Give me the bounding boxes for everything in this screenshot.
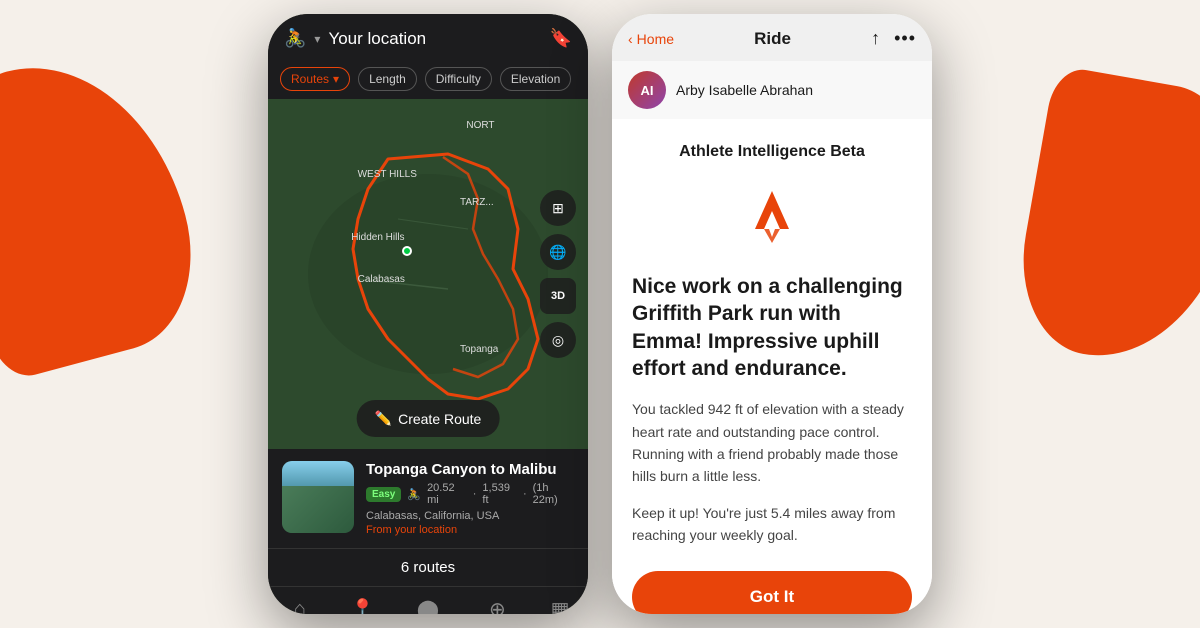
filter-routes[interactable]: Routes ▾ <box>280 67 350 91</box>
route-duration: (1h 22m) <box>533 482 574 506</box>
home-icon: ⌂ <box>294 598 306 614</box>
back-button[interactable]: ‹ Home <box>628 31 674 47</box>
back-label: Home <box>637 31 674 47</box>
nav-maps[interactable]: 📍 Maps <box>350 597 375 614</box>
nav-groups[interactable]: ⊕ Groups <box>481 597 514 614</box>
create-route-btn[interactable]: ✏️ Create Route <box>357 400 500 437</box>
more-icon[interactable]: ••• <box>894 28 916 49</box>
sub-message: You tackled 942 ft of elevation with a s… <box>632 398 912 488</box>
route-separator2: · <box>523 488 527 500</box>
bike-icon: 🚴 <box>284 28 306 49</box>
routes-count: 6 routes <box>268 548 588 586</box>
record-icon: ⬤ <box>417 597 439 614</box>
header-actions: ↑ ••• <box>871 28 916 49</box>
route-card[interactable]: Topanga Canyon to Malibu Easy 🚴 20.52 mi… <box>268 449 588 548</box>
main-message: Nice work on a challenging Griffith Park… <box>632 273 912 382</box>
right-header: ‹ Home Ride ↑ ••• <box>612 14 932 61</box>
maps-icon: 📍 <box>350 597 375 614</box>
bookmark-icon[interactable]: 🔖 <box>550 28 572 49</box>
from-location: From your location <box>366 524 574 536</box>
location-text: Your location <box>328 29 541 49</box>
share-icon[interactable]: ↑ <box>871 28 880 49</box>
difficulty-badge: Easy <box>366 487 401 502</box>
avatar-initials: AI <box>641 83 654 98</box>
chevron-left-icon: ‹ <box>628 31 633 47</box>
phones-wrapper: 🚴 ▾ Your location 🔖 Routes ▾ Length Diff… <box>0 0 1200 628</box>
panel-title: Athlete Intelligence Beta <box>679 143 865 161</box>
globe-btn[interactable]: 🌐 <box>540 234 576 270</box>
got-it-button[interactable]: Got It <box>632 571 912 614</box>
you-icon: ▦ <box>551 597 570 614</box>
map-area: NORT WEST HILLS TARZ... Hidden Hills Cal… <box>268 99 588 449</box>
route-separator1: · <box>473 488 477 500</box>
filter-length[interactable]: Length <box>358 67 417 91</box>
athlete-card: AI Arby Isabelle Abrahan <box>612 61 932 119</box>
route-elevation: 1,539 ft <box>482 482 517 506</box>
map-label-tarz: TARZ... <box>460 197 494 208</box>
map-label-calabasas: Calabasas <box>358 274 405 285</box>
map-controls: ⊞ 🌐 3D ◎ <box>540 190 576 358</box>
map-label-topanga: Topanga <box>460 344 498 355</box>
left-header: 🚴 ▾ Your location 🔖 <box>268 14 588 59</box>
route-thumbnail <box>282 461 354 533</box>
filter-bar: Routes ▾ Length Difficulty Elevation <box>268 59 588 99</box>
ride-title: Ride <box>754 29 791 49</box>
layers-btn[interactable]: ⊞ <box>540 190 576 226</box>
create-route-label: Create Route <box>398 411 481 427</box>
intelligence-panel: Athlete Intelligence Beta Nice work on a… <box>612 119 932 614</box>
weekly-goal: Keep it up! You're just 5.4 miles away f… <box>632 502 912 547</box>
phone-left: 🚴 ▾ Your location 🔖 Routes ▾ Length Diff… <box>268 14 588 614</box>
athlete-avatar: AI <box>628 71 666 109</box>
bottom-nav: ⌂ Home 📍 Maps ⬤ Record ⊕ Groups ▦ You <box>268 586 588 614</box>
strava-logo <box>737 181 807 251</box>
route-title: Topanga Canyon to Malibu <box>366 461 574 478</box>
3d-btn[interactable]: 3D <box>540 278 576 314</box>
thumb-land <box>282 486 354 533</box>
map-label-westhills: WEST HILLS <box>358 169 417 180</box>
groups-icon: ⊕ <box>489 597 506 614</box>
route-location: Calabasas, California, USA <box>366 510 574 522</box>
nav-home[interactable]: ⌂ Home <box>286 598 313 614</box>
gps-btn[interactable]: ◎ <box>540 322 576 358</box>
route-distance: 20.52 mi <box>427 482 467 506</box>
phone-right: ‹ Home Ride ↑ ••• AI Arby Isabelle Abrah… <box>612 14 932 614</box>
nav-record[interactable]: ⬤ Record <box>412 597 444 614</box>
chevron-down-icon[interactable]: ▾ <box>314 32 320 46</box>
filter-elevation[interactable]: Elevation <box>500 67 571 91</box>
route-meta: Easy 🚴 20.52 mi · 1,539 ft · (1h 22m) <box>366 482 574 506</box>
filter-routes-arrow: ▾ <box>333 72 339 86</box>
bike-small-icon: 🚴 <box>407 488 421 501</box>
route-info: Topanga Canyon to Malibu Easy 🚴 20.52 mi… <box>366 461 574 536</box>
map-label-north: NORT <box>466 120 494 131</box>
nav-you[interactable]: ▦ You <box>551 597 570 614</box>
athlete-name: Arby Isabelle Abrahan <box>676 82 813 98</box>
filter-difficulty[interactable]: Difficulty <box>425 67 492 91</box>
pencil-icon: ✏️ <box>375 410 392 427</box>
filter-routes-label: Routes <box>291 72 329 86</box>
map-label-hiddenhills: Hidden Hills <box>351 232 404 243</box>
